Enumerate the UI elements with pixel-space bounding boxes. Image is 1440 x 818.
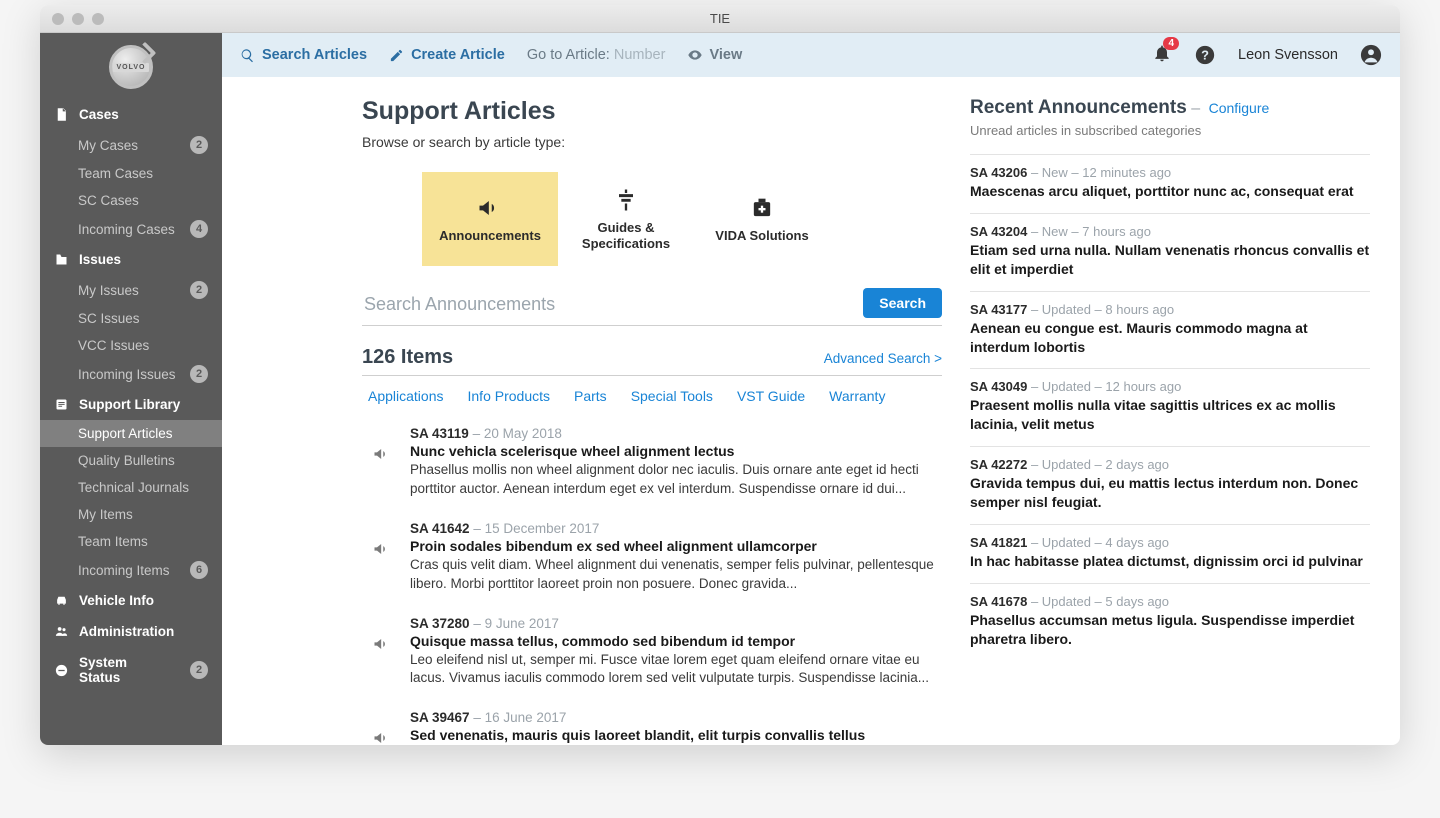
type-card-guides-specifications[interactable]: Guides & Specifications [558, 172, 694, 266]
nav-item-incoming-items[interactable]: Incoming Items6 [40, 555, 222, 585]
view-action[interactable]: View [687, 47, 742, 63]
username[interactable]: Leon Svensson [1238, 47, 1338, 63]
recent-list: SA 43206 – New – 12 minutes agoMaescenas… [970, 154, 1370, 661]
eye-icon [687, 47, 703, 63]
nav-badge: 4 [190, 220, 208, 238]
recent-item[interactable]: SA 42272 – Updated – 2 days agoGravida t… [970, 446, 1370, 524]
nav-section-support-library[interactable]: Support Library [40, 389, 222, 420]
nav-item-my-items[interactable]: My Items [40, 501, 222, 528]
filter-special-tools[interactable]: Special Tools [631, 388, 713, 404]
filter-warranty[interactable]: Warranty [829, 388, 885, 404]
search-button[interactable]: Search [863, 288, 942, 318]
article-item[interactable]: SA 43119 – 20 May 2018Nunc vehicla scele… [362, 418, 942, 513]
article-item[interactable]: SA 37280 – 9 June 2017Quisque massa tell… [362, 608, 942, 703]
items-count: 126 Items [362, 346, 453, 369]
nav-section-issues[interactable]: Issues [40, 244, 222, 275]
window-title: TIE [40, 11, 1400, 26]
recent-item[interactable]: SA 43206 – New – 12 minutes agoMaescenas… [970, 154, 1370, 213]
page-title: Support Articles [362, 97, 942, 126]
filter-info-products[interactable]: Info Products [468, 388, 551, 404]
filter-vst-guide[interactable]: VST Guide [737, 388, 805, 404]
recent-subtitle: Unread articles in subscribed categories [970, 123, 1370, 138]
nav-item-my-cases[interactable]: My Cases2 [40, 130, 222, 160]
help-icon[interactable]: ? [1194, 44, 1216, 66]
nav-section-vehicle-info[interactable]: Vehicle Info [40, 585, 222, 616]
nav-item-vcc-issues[interactable]: VCC Issues [40, 332, 222, 359]
type-card-announcements[interactable]: Announcements [422, 172, 558, 266]
recent-item[interactable]: SA 43204 – New – 7 hours agoEtiam sed ur… [970, 213, 1370, 291]
main-column: Support Articles Browse or search by art… [362, 97, 942, 745]
nav-badge: 2 [190, 365, 208, 383]
nav-section-administration[interactable]: Administration [40, 616, 222, 647]
notification-count: 4 [1163, 37, 1179, 50]
type-cards: AnnouncementsGuides & SpecificationsVIDA… [422, 172, 942, 266]
nav-item-incoming-issues[interactable]: Incoming Issues2 [40, 359, 222, 389]
pencil-icon [389, 48, 404, 63]
recent-item[interactable]: SA 41678 – Updated – 5 days agoPhasellus… [970, 583, 1370, 661]
goto-article-input[interactable]: Number [614, 47, 666, 63]
user-avatar-icon[interactable] [1360, 44, 1382, 66]
filter-parts[interactable]: Parts [574, 388, 607, 404]
side-column: Recent Announcements – Configure Unread … [970, 97, 1400, 745]
filter-row: Applications Info Products Parts Special To… [362, 384, 942, 418]
brand-logo: VOLVO [40, 33, 222, 99]
nav-item-quality-bulletins[interactable]: Quality Bulletins [40, 447, 222, 474]
nav-badge: 2 [190, 281, 208, 299]
recent-item[interactable]: SA 41821 – Updated – 4 days agoIn hac ha… [970, 524, 1370, 583]
page-subtitle: Browse or search by article type: [362, 134, 942, 150]
article-item[interactable]: SA 41642 – 15 December 2017Proin sodales… [362, 513, 942, 608]
main: Search Articles Create Article Go to Art… [222, 33, 1400, 745]
app-body: VOLVO CasesMy Cases2Team CasesSC CasesIn… [40, 33, 1400, 745]
svg-text:?: ? [1201, 48, 1209, 63]
nav-badge: 6 [190, 561, 208, 579]
recent-item[interactable]: SA 43177 – Updated – 8 hours agoAenean e… [970, 291, 1370, 369]
search-input[interactable] [362, 286, 853, 325]
nav-badge: 2 [190, 661, 208, 679]
items-header: 126 Items Advanced Search > [362, 346, 942, 376]
articles-list: SA 43119 – 20 May 2018Nunc vehicla scele… [362, 418, 942, 745]
nav-section-cases[interactable]: Cases [40, 99, 222, 130]
nav-item-team-items[interactable]: Team Items [40, 528, 222, 555]
recent-title: Recent Announcements [970, 97, 1187, 118]
filter-applications[interactable]: Applications [368, 388, 444, 404]
search-articles-action[interactable]: Search Articles [240, 47, 367, 63]
app-window: TIE VOLVO CasesMy Cases2Team CasesSC Cas… [40, 5, 1400, 745]
nav-item-sc-issues[interactable]: SC Issues [40, 305, 222, 332]
advanced-search-link[interactable]: Advanced Search > [824, 351, 942, 366]
search-row: Search [362, 286, 942, 326]
nav-item-sc-cases[interactable]: SC Cases [40, 187, 222, 214]
side-header: Recent Announcements – Configure [970, 97, 1370, 119]
sidebar: VOLVO CasesMy Cases2Team CasesSC CasesIn… [40, 33, 222, 745]
recent-item[interactable]: SA 43049 – Updated – 12 hours agoPraesen… [970, 368, 1370, 446]
article-item[interactable]: SA 39467 – 16 June 2017Sed venenatis, ma… [362, 702, 942, 745]
create-article-action[interactable]: Create Article [389, 47, 505, 63]
search-icon [240, 48, 255, 63]
nav-item-incoming-cases[interactable]: Incoming Cases4 [40, 214, 222, 244]
nav-item-my-issues[interactable]: My Issues2 [40, 275, 222, 305]
nav-item-support-articles[interactable]: Support Articles [40, 420, 222, 447]
nav: CasesMy Cases2Team CasesSC CasesIncoming… [40, 99, 222, 693]
goto-article: Go to Article: Number [527, 47, 666, 63]
type-card-vida-solutions[interactable]: VIDA Solutions [694, 172, 830, 266]
nav-section-system-status[interactable]: System Status2 [40, 647, 222, 693]
nav-badge: 2 [190, 136, 208, 154]
configure-link[interactable]: Configure [1209, 100, 1270, 116]
nav-item-team-cases[interactable]: Team Cases [40, 160, 222, 187]
topbar: Search Articles Create Article Go to Art… [222, 33, 1400, 77]
titlebar: TIE [40, 5, 1400, 33]
nav-item-technical-journals[interactable]: Technical Journals [40, 474, 222, 501]
content: Support Articles Browse or search by art… [222, 77, 1400, 745]
notifications-button[interactable]: 4 [1152, 43, 1172, 67]
